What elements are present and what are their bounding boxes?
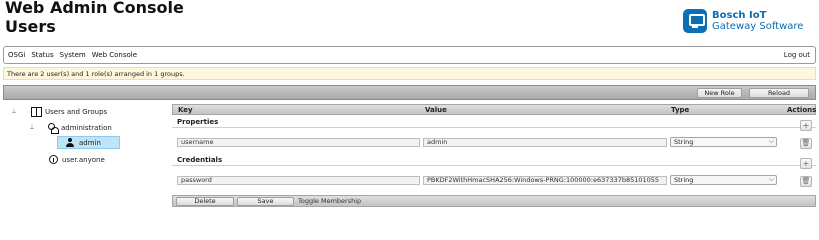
type-select-password[interactable]: String ⌵ bbox=[670, 175, 777, 185]
main-navbar: OSGi Status System Web Console Log out bbox=[3, 46, 816, 64]
key-field-username[interactable]: username bbox=[177, 138, 420, 147]
tree-item-root[interactable]: ⊥ Users and Groups bbox=[9, 105, 107, 118]
info-circle-icon bbox=[49, 155, 58, 164]
users-groups-tree: ⊥ Users and Groups ⊥ administration admi… bbox=[3, 102, 163, 172]
status-line: There are 2 user(s) and 1 role(s) arrang… bbox=[3, 67, 816, 80]
delete-credential-button[interactable]: 🗑 bbox=[800, 176, 812, 187]
nav-item-osgi[interactable]: OSGi bbox=[8, 51, 25, 59]
nav-item-status[interactable]: Status bbox=[31, 51, 53, 59]
nav-item-system[interactable]: System bbox=[60, 51, 86, 59]
section-properties-label: Properties bbox=[177, 118, 219, 126]
trash-icon: 🗑 bbox=[801, 177, 811, 185]
book-icon bbox=[31, 107, 42, 117]
toolbar: New Role Reload bbox=[3, 85, 816, 100]
page-title-line1: Web Admin Console bbox=[5, 0, 184, 17]
add-property-button[interactable]: + bbox=[800, 120, 812, 131]
toggle-membership-button[interactable]: Toggle Membership bbox=[298, 197, 361, 205]
trash-icon: 🗑 bbox=[801, 139, 811, 147]
plus-icon: + bbox=[802, 121, 810, 130]
user-icon bbox=[65, 138, 75, 147]
table-header: Key Value Type Actions bbox=[172, 104, 816, 115]
plus-icon: + bbox=[802, 159, 810, 168]
brand-name: Bosch IoT bbox=[712, 10, 767, 21]
tree-item-group-label: administration bbox=[61, 123, 112, 132]
type-select-value: String bbox=[674, 138, 694, 146]
table-row: password PBKDF2WithHmacSHA256:Windows-PR… bbox=[172, 173, 816, 187]
key-field-password[interactable]: password bbox=[177, 176, 420, 185]
section-credentials-label: Credentials bbox=[177, 156, 223, 164]
table-row: username admin String ⌵ 🗑 bbox=[172, 135, 816, 149]
tree-item-user-anyone-label: user.anyone bbox=[62, 155, 105, 164]
logout-link[interactable]: Log out bbox=[784, 51, 810, 59]
bottom-action-bar: Delete Save Toggle Membership bbox=[172, 195, 816, 207]
nav-item-web-console[interactable]: Web Console bbox=[92, 51, 137, 59]
delete-property-button[interactable]: 🗑 bbox=[800, 138, 812, 149]
reload-button[interactable]: Reload bbox=[749, 88, 809, 98]
section-credentials: Credentials + bbox=[172, 154, 816, 169]
value-field-password[interactable]: PBKDF2WithHmacSHA256:Windows-PRNG:100000… bbox=[423, 176, 667, 185]
chevron-down-icon: ⌵ bbox=[768, 175, 774, 183]
tree-item-admin[interactable]: admin bbox=[65, 136, 101, 149]
new-role-button[interactable]: New Role bbox=[697, 88, 742, 98]
add-credential-button[interactable]: + bbox=[800, 158, 812, 169]
tree-item-group[interactable]: ⊥ administration bbox=[27, 121, 112, 134]
value-field-username[interactable]: admin bbox=[423, 138, 667, 147]
column-header-type: Type bbox=[671, 106, 690, 114]
column-header-value: Value bbox=[425, 106, 447, 114]
type-select-username[interactable]: String ⌵ bbox=[670, 137, 777, 147]
delete-button[interactable]: Delete bbox=[176, 197, 234, 206]
column-header-key: Key bbox=[178, 106, 193, 114]
tree-collapse-icon[interactable]: ⊥ bbox=[9, 108, 19, 115]
brand-product: Gateway Software bbox=[712, 21, 804, 32]
bosch-logo-icon bbox=[683, 9, 707, 33]
page-title: Web Admin Console Users bbox=[5, 0, 184, 36]
section-properties: Properties + bbox=[172, 116, 816, 131]
group-icon bbox=[47, 123, 59, 134]
column-header-actions: Actions bbox=[787, 106, 817, 114]
chevron-down-icon: ⌵ bbox=[768, 137, 774, 145]
tree-item-user-anyone[interactable]: user.anyone bbox=[49, 153, 105, 166]
type-select-value: String bbox=[674, 176, 694, 184]
page-title-line2: Users bbox=[5, 17, 56, 36]
tree-item-root-label: Users and Groups bbox=[45, 107, 108, 116]
brand-logo: Bosch IoT Gateway Software bbox=[683, 9, 803, 33]
tree-item-admin-label: admin bbox=[79, 138, 101, 147]
save-button[interactable]: Save bbox=[237, 197, 294, 206]
tree-collapse-icon[interactable]: ⊥ bbox=[27, 124, 37, 131]
